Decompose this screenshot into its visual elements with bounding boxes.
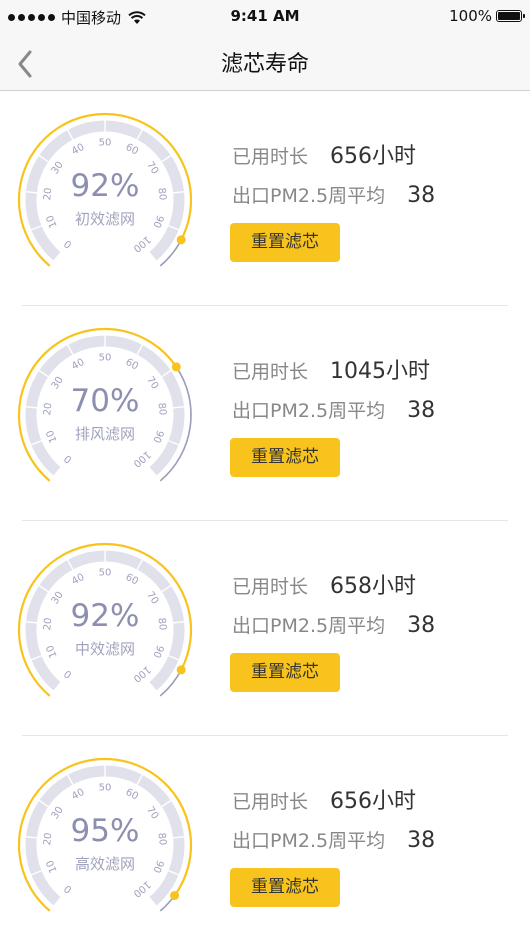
gauge-tick-label: 60 [124,572,140,588]
battery-label: 100% [449,7,492,25]
gauge-tick-label: 40 [70,142,86,158]
pm-value: 38 [407,828,436,853]
filter-card: 0 10 20 30 40 50 60 70 80 90 100 92% 初效滤网 已用时长 656… [0,92,530,306]
filter-name: 初效滤网 [74,210,135,228]
gauge-tick-label: 40 [70,357,86,373]
gauge-tick-label: 50 [99,783,112,794]
pm-value: 38 [407,613,436,638]
filter-name: 中效滤网 [74,640,135,658]
filter-info: 已用时长 658小时 出口PM2.5周平均 38 重置滤芯 [230,522,522,736]
gauge-progress-dot [171,362,181,372]
filter-gauge: 0 10 20 30 40 50 60 70 80 90 100 70% 排风滤网 [8,317,202,517]
pm-row: 出口PM2.5周平均 38 [232,611,435,638]
gauge-tick-label: 60 [124,357,140,373]
pm-value: 38 [407,183,436,208]
reset-filter-button[interactable]: 重置滤芯 [230,868,340,907]
pm-row: 出口PM2.5周平均 38 [232,181,435,208]
divider [22,735,508,736]
usage-label: 已用时长 [232,576,309,598]
gauge-tick-label: 0 [62,667,74,680]
pm-label: 出口PM2.5周平均 [232,400,386,422]
pm-label: 出口PM2.5周平均 [232,615,386,637]
reset-filter-button[interactable]: 重置滤芯 [230,223,340,262]
gauge-percent: 70% [70,383,140,419]
filter-gauge: 0 10 20 30 40 50 60 70 80 90 100 95% 高效滤网 [8,747,202,947]
gauge-tick-label: 0 [62,882,74,895]
gauge-tick-label: 50 [99,353,112,364]
filter-card: 0 10 20 30 40 50 60 70 80 90 100 95% 高效滤网 已用时长 656… [0,737,530,951]
gauge-progress-dot [170,891,180,901]
gauge-tick-label: 100 [131,233,153,254]
usage-row: 已用时长 656小时 [232,138,416,170]
usage-value: 656小时 [330,144,417,169]
usage-value: 656小时 [330,789,417,814]
nav-bar: 滤芯寿命 [0,32,530,91]
status-right: 100% [449,7,525,25]
gauge-tick-label: 50 [99,138,112,149]
filter-card: 0 10 20 30 40 50 60 70 80 90 100 70% 排风滤网 已用时长 104… [0,307,530,521]
filter-gauge: 0 10 20 30 40 50 60 70 80 90 100 92% 初效滤网 [8,102,202,302]
pm-row: 出口PM2.5周平均 38 [232,396,435,423]
filter-info: 已用时长 656小时 出口PM2.5周平均 38 重置滤芯 [230,737,522,951]
usage-label: 已用时长 [232,146,309,168]
gauge-tick-label: 50 [99,568,112,579]
gauge-percent: 92% [70,598,140,634]
status-bar: 中国移动 9:41 AM 100% [0,0,530,32]
filter-gauge: 0 10 20 30 40 50 60 70 80 90 100 92% 中效滤网 [8,532,202,732]
usage-row: 已用时长 658小时 [232,568,416,600]
usage-row: 已用时长 1045小时 [232,353,430,385]
gauge-tick-label: 100 [131,663,153,684]
pm-value: 38 [407,398,436,423]
gauge-tick-label: 60 [124,787,140,803]
pm-row: 出口PM2.5周平均 38 [232,826,435,853]
usage-row: 已用时长 656小时 [232,783,416,815]
gauge-progress-dot [176,665,186,675]
gauge-percent: 92% [70,168,140,204]
reset-filter-button[interactable]: 重置滤芯 [230,438,340,477]
gauge-tick-label: 0 [62,237,74,250]
reset-filter-button[interactable]: 重置滤芯 [230,653,340,692]
page-title: 滤芯寿命 [220,52,309,77]
gauge-tick-label: 100 [131,448,153,469]
usage-label: 已用时长 [232,361,309,383]
battery-icon [496,10,525,22]
filter-info: 已用时长 1045小时 出口PM2.5周平均 38 重置滤芯 [230,307,522,521]
gauge-tick-label: 60 [124,142,140,158]
filter-name: 排风滤网 [74,425,135,443]
usage-label: 已用时长 [232,791,309,813]
gauge-progress-dot [176,235,186,245]
filter-card: 0 10 20 30 40 50 60 70 80 90 100 92% 中效滤网 已用时长 658… [0,522,530,736]
gauge-tick-label: 40 [70,787,86,803]
usage-value: 658小时 [330,574,417,599]
usage-value: 1045小时 [330,359,431,384]
pm-label: 出口PM2.5周平均 [232,185,386,207]
gauge-tick-label: 40 [70,572,86,588]
pm-label: 出口PM2.5周平均 [232,830,386,852]
divider [22,305,508,306]
gauge-tick-label: 100 [131,878,153,899]
filter-name: 高效滤网 [74,855,135,873]
gauge-percent: 95% [70,813,140,849]
gauge-tick-label: 0 [62,452,74,465]
divider [22,520,508,521]
filter-info: 已用时长 656小时 出口PM2.5周平均 38 重置滤芯 [230,92,522,306]
